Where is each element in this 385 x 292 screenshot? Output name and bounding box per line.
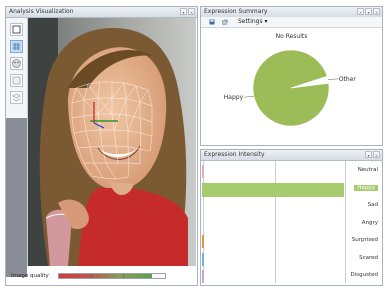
expression-pie-chart: Happy Other xyxy=(224,49,357,127)
intensity-label-disgusted: Disgusted xyxy=(350,272,378,278)
frame-view-button[interactable] xyxy=(10,23,23,36)
overlay-icon xyxy=(12,76,21,85)
face-view-button[interactable] xyxy=(10,57,23,70)
settings-dropdown[interactable]: Settings ▾ xyxy=(238,18,268,25)
close-button[interactable]: × xyxy=(357,8,364,15)
quality-tick xyxy=(91,274,92,278)
overlay-view-button[interactable] xyxy=(10,74,23,87)
layers-icon xyxy=(12,93,21,102)
close-button[interactable]: × xyxy=(373,151,380,158)
intensity-bar-happy xyxy=(202,182,344,197)
save-icon[interactable] xyxy=(209,19,215,25)
mesh-icon xyxy=(12,42,21,51)
image-quality-label: Image quality xyxy=(11,273,49,279)
intensity-label-neutral: Neutral xyxy=(357,167,378,173)
close-button[interactable]: × xyxy=(188,8,195,15)
intensity-titlebar: Expression Intensity ▾ × xyxy=(201,150,382,161)
image-quality-meter xyxy=(58,273,166,279)
summary-title: Expression Summary xyxy=(204,8,268,15)
frame-icon xyxy=(12,25,21,34)
pin-button[interactable]: ▾ xyxy=(365,151,372,158)
intensity-label-scared: Scared xyxy=(359,254,378,261)
pie-label-happy: Happy xyxy=(224,94,244,101)
layers-view-button[interactable] xyxy=(10,91,23,104)
chart-title: No Results xyxy=(275,33,308,40)
pie-leader-line xyxy=(244,96,254,98)
intensity-color-marker xyxy=(202,235,204,248)
intensity-title: Expression Intensity xyxy=(204,151,265,158)
pie-label-other: Other xyxy=(339,76,357,83)
analysis-title: Analysis Visualization xyxy=(9,8,74,15)
grid-line xyxy=(345,161,346,283)
intensity-label-surprised: Surprised xyxy=(351,237,378,243)
face-icon xyxy=(12,59,21,68)
image-quality-fill xyxy=(59,274,153,278)
mesh-view-button[interactable] xyxy=(10,40,23,53)
close-button[interactable]: × xyxy=(373,8,380,15)
expression-summary-panel: Expression Summary × ▾ × Settings ▾ No R… xyxy=(200,6,383,146)
grid-line xyxy=(275,161,276,283)
view-toolstrip xyxy=(6,18,28,277)
summary-toolbar: Settings ▾ xyxy=(201,17,382,28)
intensity-color-marker xyxy=(202,270,204,283)
expression-intensity-panel: Expression Intensity ▾ × Neutral Happy Sad… xyxy=(200,149,383,286)
intensity-color-marker xyxy=(202,165,204,178)
intensity-label-angry: Angry xyxy=(361,219,378,226)
intensity-color-marker xyxy=(202,252,204,266)
analysis-titlebar: Analysis Visualization ▾ × xyxy=(6,7,197,18)
pie-leader-line xyxy=(328,78,338,80)
analysis-visualization-panel: Analysis Visualization ▾ × Image quality xyxy=(5,6,198,286)
export-icon[interactable] xyxy=(222,19,228,25)
intensity-label-happy: Happy xyxy=(354,184,378,191)
pin-button[interactable]: ▾ xyxy=(180,8,187,15)
pin-button[interactable]: ▾ xyxy=(365,8,372,15)
quality-tick xyxy=(123,274,124,278)
image-quality-row: Image quality xyxy=(6,269,197,284)
intensity-label-sad: Sad xyxy=(367,202,378,208)
face-photo-image xyxy=(28,18,196,266)
toolstrip-empty-area xyxy=(6,118,27,277)
analyzed-photo xyxy=(28,18,196,266)
